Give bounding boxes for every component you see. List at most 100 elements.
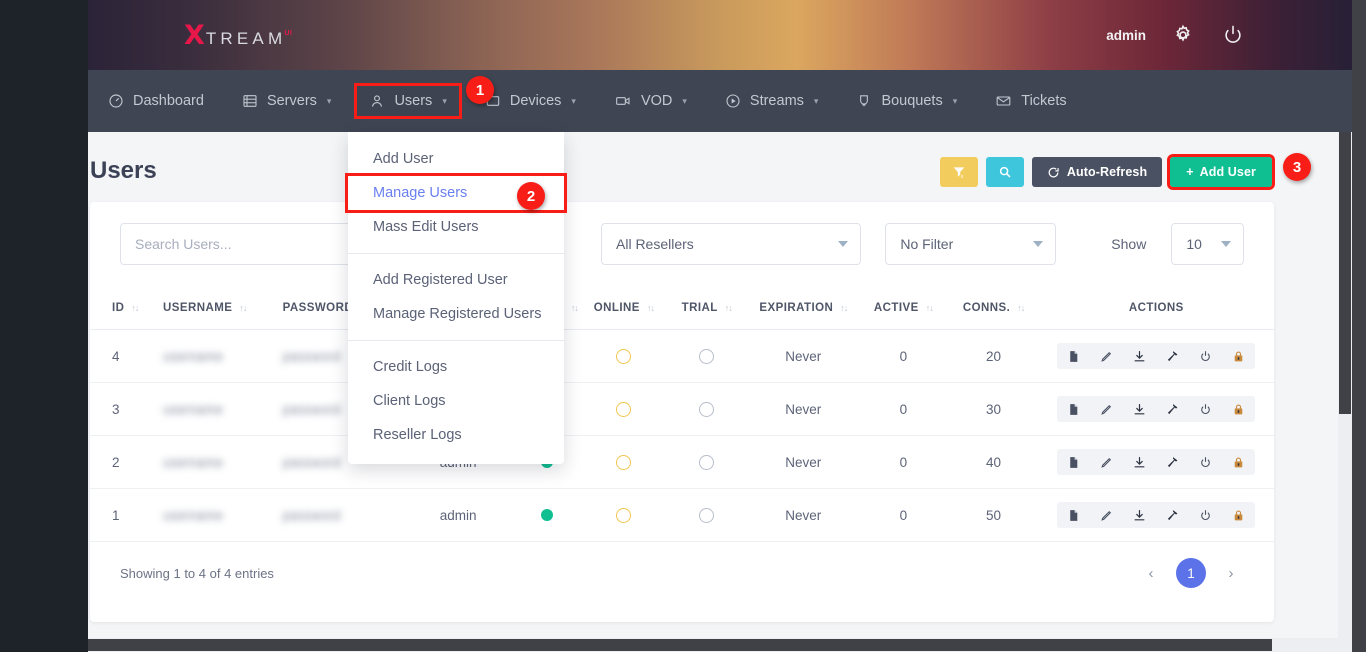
cell-trial [665, 402, 748, 417]
cell-trial [665, 349, 748, 364]
download-icon[interactable] [1123, 343, 1156, 369]
cell-username: username [163, 455, 283, 470]
nav-item-bouquets[interactable]: Bouquets ▾ [844, 86, 969, 116]
hammer-icon[interactable] [1156, 396, 1189, 422]
cell-expiration: Never [748, 349, 858, 364]
menu-item-client-logs[interactable]: Client Logs [348, 384, 564, 418]
file-icon[interactable] [1057, 449, 1090, 475]
gear-icon[interactable] [1170, 22, 1196, 48]
cell-expiration: Never [748, 508, 858, 523]
logo-superscript: UI [284, 30, 292, 37]
cell-expiration: Never [748, 402, 858, 417]
lock-icon[interactable] [1222, 343, 1255, 369]
download-icon[interactable] [1123, 449, 1156, 475]
main-navigation: Dashboard Servers ▾ Users ▾ Devices ▾ VO… [88, 70, 1352, 132]
current-user-label: admin [1106, 28, 1146, 43]
cell-password: password [283, 508, 405, 523]
col-header-expiration[interactable]: EXPIRATION↑↓ [748, 302, 858, 314]
table-row[interactable]: 1usernamepasswordadminNever050 [90, 489, 1274, 542]
pencil-icon[interactable] [1090, 343, 1123, 369]
nav-label: Bouquets [881, 93, 942, 109]
col-header-trial[interactable]: TRIAL↑↓ [665, 302, 748, 314]
add-user-button[interactable]: + Add User [1170, 157, 1272, 187]
lock-icon[interactable] [1222, 396, 1255, 422]
window-right-scrollbar[interactable] [1352, 0, 1366, 652]
auto-refresh-button[interactable]: Auto-Refresh [1032, 157, 1162, 187]
cell-expiration: Never [748, 455, 858, 470]
content-horizontal-scrollbar[interactable] [88, 638, 1352, 652]
menu-item-mass-edit-users[interactable]: Mass Edit Users [348, 210, 564, 244]
menu-item-credit-logs[interactable]: Credit Logs [348, 350, 564, 384]
hammer-icon[interactable] [1156, 449, 1189, 475]
cell-active: 0 [858, 508, 948, 523]
trial-indicator [699, 508, 714, 523]
prev-page-button[interactable]: ‹ [1138, 560, 1164, 586]
brand-logo[interactable]: X TREAM UI [184, 22, 294, 49]
page-size-select[interactable]: 10 [1171, 223, 1244, 265]
sort-icon: ↑↓ [131, 303, 138, 313]
power-icon[interactable] [1189, 343, 1222, 369]
col-header-online[interactable]: ONLINE↑↓ [583, 302, 665, 314]
cell-username: username [163, 508, 283, 523]
cell-online [583, 402, 665, 417]
header-actions: admin [1106, 0, 1338, 70]
row-action-group [1057, 502, 1255, 528]
nav-item-dashboard[interactable]: Dashboard [96, 86, 216, 116]
window-left-edge [0, 0, 88, 652]
download-icon[interactable] [1123, 396, 1156, 422]
content-vertical-scrollbar[interactable] [1338, 132, 1352, 652]
next-page-button[interactable]: › [1218, 560, 1244, 586]
scrollbar-thumb[interactable] [88, 639, 1272, 651]
col-header-username[interactable]: USERNAME↑↓ [163, 302, 283, 314]
power-icon[interactable] [1189, 396, 1222, 422]
file-icon[interactable] [1057, 396, 1090, 422]
pencil-icon[interactable] [1090, 396, 1123, 422]
lock-icon[interactable] [1222, 502, 1255, 528]
hammer-icon[interactable] [1156, 343, 1189, 369]
chevron-down-icon [1221, 241, 1231, 247]
lock-icon[interactable] [1222, 449, 1255, 475]
online-indicator [616, 455, 631, 470]
table-row[interactable]: 4usernamepasswordownerNever020 [90, 330, 1274, 383]
power-icon[interactable] [1189, 449, 1222, 475]
menu-item-reseller-logs[interactable]: Reseller Logs [348, 418, 564, 452]
file-icon[interactable] [1057, 502, 1090, 528]
nav-item-servers[interactable]: Servers ▾ [230, 86, 344, 116]
trial-indicator [699, 349, 714, 364]
pencil-icon[interactable] [1090, 449, 1123, 475]
table-row[interactable]: 3usernamepasswordownerNever030 [90, 383, 1274, 436]
cell-active: 0 [858, 402, 948, 417]
cell-conns: 40 [948, 455, 1038, 470]
search-button[interactable] [986, 157, 1024, 187]
nav-item-vod[interactable]: VOD ▾ [602, 86, 699, 116]
cell-actions [1039, 396, 1274, 422]
online-indicator [616, 349, 631, 364]
hammer-icon[interactable] [1156, 502, 1189, 528]
download-icon[interactable] [1123, 502, 1156, 528]
col-header-active[interactable]: ACTIVE↑↓ [858, 302, 948, 314]
page-1-button[interactable]: 1 [1176, 558, 1206, 588]
power-icon[interactable] [1220, 22, 1246, 48]
clear-filter-button[interactable]: x [940, 157, 978, 187]
cell-trial [665, 508, 748, 523]
file-icon[interactable] [1057, 343, 1090, 369]
table-row[interactable]: 2usernamepasswordadminNever040 [90, 436, 1274, 489]
scrollbar-thumb[interactable] [1339, 132, 1351, 414]
row-action-group [1057, 343, 1255, 369]
menu-item-add-user[interactable]: Add User [348, 142, 564, 176]
nav-item-tickets[interactable]: Tickets [983, 86, 1078, 116]
power-icon[interactable] [1189, 502, 1222, 528]
col-header-conns[interactable]: CONNS.↑↓ [948, 302, 1038, 314]
search-icon [998, 165, 1012, 179]
col-header-id[interactable]: ID↑↓ [112, 302, 163, 314]
nav-item-streams[interactable]: Streams ▾ [713, 86, 831, 116]
menu-separator [348, 253, 564, 254]
table-footer: Showing 1 to 4 of 4 entries ‹ 1 › [90, 542, 1274, 604]
status-filter-select[interactable]: No Filter [885, 223, 1056, 265]
chevron-down-icon: ▾ [814, 96, 819, 107]
menu-item-manage-registered-users[interactable]: Manage Registered Users [348, 297, 564, 331]
reseller-select[interactable]: All Resellers [601, 223, 861, 265]
nav-item-users[interactable]: Users ▾ [357, 86, 458, 116]
menu-item-add-registered-user[interactable]: Add Registered User [348, 263, 564, 297]
pencil-icon[interactable] [1090, 502, 1123, 528]
